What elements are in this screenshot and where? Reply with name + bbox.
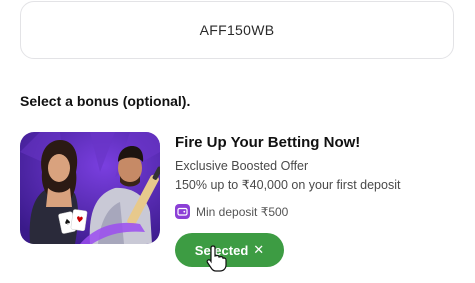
section-title: Select a bonus (optional). xyxy=(20,93,191,109)
selected-button[interactable]: Selected ✕ xyxy=(175,233,284,267)
promo-code-field[interactable]: AFF150WB xyxy=(20,1,454,59)
min-deposit-label: Min deposit ₹500 xyxy=(196,204,289,219)
bonus-title: Fire Up Your Betting Now! xyxy=(175,134,361,151)
close-icon[interactable]: ✕ xyxy=(253,242,264,258)
bonus-image: ♠ ♥ xyxy=(20,132,160,244)
svg-text:♥: ♥ xyxy=(75,215,83,225)
bonus-subtitle: Exclusive Boosted Offer xyxy=(175,159,309,173)
cursor-icon xyxy=(205,244,227,277)
promo-code-value: AFF150WB xyxy=(199,22,275,38)
wallet-icon xyxy=(175,204,190,219)
min-deposit: Min deposit ₹500 xyxy=(175,204,288,219)
bonus-description: 150% up to ₹40,000 on your first deposit xyxy=(175,178,401,192)
